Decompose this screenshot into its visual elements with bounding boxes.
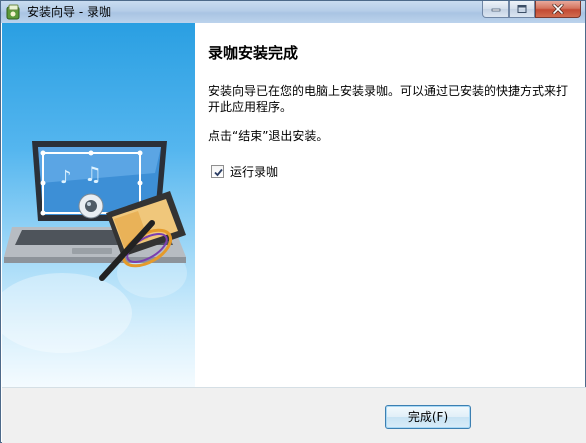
button-bar: 完成(F) — [2, 387, 586, 443]
svg-text:♪: ♪ — [60, 167, 72, 188]
app-installer-icon — [6, 4, 21, 20]
check-icon — [214, 168, 223, 176]
title-bar[interactable]: 安装向导 - 录咖 — [1, 1, 585, 23]
minimize-button[interactable] — [482, 1, 509, 18]
wizard-side-banner: ♪ ♫ — [2, 23, 195, 387]
finish-hint: 点击“结束”退出安装。 — [208, 129, 329, 143]
run-app-label[interactable]: 运行录咖 — [230, 163, 278, 180]
maximize-icon — [517, 5, 527, 13]
minimize-icon — [491, 8, 500, 12]
laptop-illustration: ♪ ♫ — [2, 141, 187, 353]
installer-window: 安装向导 - 录咖 ♪ ♫ 录咖安装完成 安装向导已在您的电脑上安装录咖。可以通… — [0, 0, 586, 443]
maximize-button[interactable] — [509, 1, 535, 18]
content-panel: 录咖安装完成 安装向导已在您的电脑上安装录咖。可以通过已安装的快捷方式来打开此应… — [195, 23, 585, 387]
svg-text:♫: ♫ — [84, 162, 102, 186]
close-button[interactable] — [535, 1, 581, 18]
run-app-option[interactable]: 运行录咖 — [211, 163, 278, 179]
completion-description: 安装向导已在您的电脑上安装录咖。可以通过已安装的快捷方式来打开此应用程序。 — [208, 84, 569, 114]
run-app-checkbox[interactable] — [211, 164, 224, 178]
page-title: 录咖安装完成 — [208, 44, 299, 62]
window-title: 安装向导 - 录咖 — [27, 5, 111, 19]
close-icon — [552, 4, 564, 14]
finish-button[interactable]: 完成(F) — [385, 405, 471, 429]
